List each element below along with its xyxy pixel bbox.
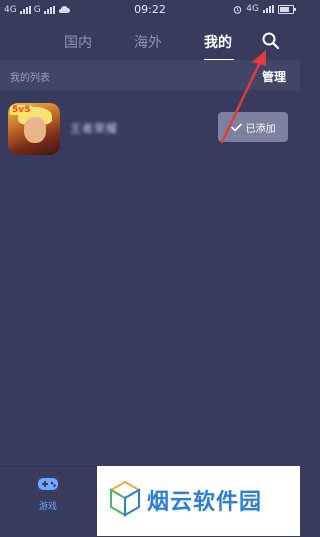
added-button[interactable]: 已添加 bbox=[218, 112, 288, 142]
manage-button[interactable]: 管理 bbox=[262, 68, 286, 85]
top-tabs: 国内 海外 我的 bbox=[0, 22, 300, 61]
status-right: 4G bbox=[233, 4, 296, 14]
cube-logo-icon bbox=[109, 480, 141, 517]
watermark: 烟云软件园 bbox=[97, 466, 300, 536]
game-name: 王者荣耀 bbox=[70, 122, 118, 135]
tab-domestic[interactable]: 国内 bbox=[64, 32, 92, 52]
my-list-title: 我的列表 bbox=[10, 73, 50, 84]
alarm-icon bbox=[234, 5, 242, 14]
signal-bars-icon bbox=[263, 5, 274, 13]
network-type-3: 4G bbox=[246, 4, 259, 14]
list-item[interactable]: 5v5 王者荣耀 已添加 bbox=[0, 98, 300, 160]
watermark-text: 烟云软件园 bbox=[147, 490, 263, 515]
status-bar: 4G G 09:22 4G bbox=[0, 0, 300, 22]
tab-overseas[interactable]: 海外 bbox=[134, 32, 162, 52]
game-icon-badge: 5v5 bbox=[10, 105, 33, 115]
search-button[interactable] bbox=[260, 30, 282, 52]
battery-icon bbox=[278, 4, 296, 14]
checkmark-icon bbox=[230, 123, 242, 131]
gamepad-icon bbox=[38, 478, 58, 490]
game-app-icon[interactable]: 5v5 bbox=[8, 103, 60, 155]
search-icon bbox=[262, 32, 280, 50]
added-button-label: 已添加 bbox=[245, 123, 276, 135]
nav-item-games[interactable]: 游戏 bbox=[28, 475, 68, 512]
my-list-header: 我的列表 管理 bbox=[0, 60, 300, 90]
tab-mine[interactable]: 我的 bbox=[204, 32, 232, 52]
nav-games-label: 游戏 bbox=[38, 502, 57, 512]
